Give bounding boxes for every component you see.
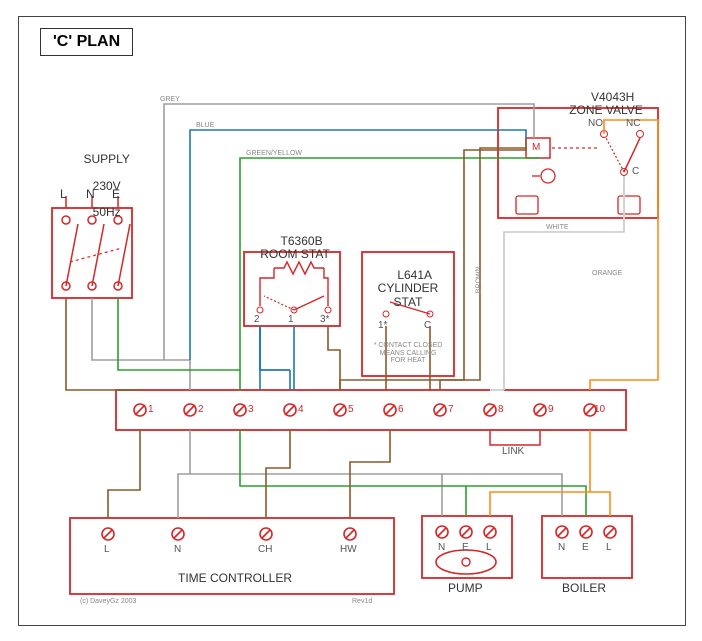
wire-grey: GREY xyxy=(160,96,180,104)
zv-NO: NO xyxy=(588,118,603,129)
pump-L: L xyxy=(486,542,492,553)
jb-6: 6 xyxy=(398,404,404,415)
tc-N: N xyxy=(174,544,181,555)
tc-HW: HW xyxy=(340,544,357,555)
boiler-E: E xyxy=(582,542,589,553)
jb-4: 4 xyxy=(298,404,304,415)
rs-t1: 1 xyxy=(288,314,294,325)
cs-t1: 1* xyxy=(378,320,387,331)
zv-NC: NC xyxy=(626,118,640,129)
diagram-canvas: 'C' PLAN xyxy=(0,0,702,641)
jb-2: 2 xyxy=(198,404,204,415)
room-stat-label: T6360BROOM STAT xyxy=(250,222,340,275)
wire-white: WHITE xyxy=(546,224,569,232)
cyl-stat-label: L641ACYLINDER STAT xyxy=(368,256,448,322)
rs-t2: 2 xyxy=(254,314,260,325)
pump-E: E xyxy=(462,542,469,553)
pump-label: PUMP xyxy=(448,582,483,595)
boiler-L: L xyxy=(606,542,612,553)
supply-L: L xyxy=(60,188,67,201)
zone-valve-label: V4043HZONE VALVE xyxy=(556,78,656,131)
tc-CH: CH xyxy=(258,544,272,555)
boiler-N: N xyxy=(558,542,565,553)
wire-gy: GREEN/YELLOW xyxy=(246,150,302,158)
jb-7: 7 xyxy=(448,404,454,415)
boiler-label: BOILER xyxy=(562,582,606,595)
tc-L: L xyxy=(104,544,110,555)
jb-3: 3 xyxy=(248,404,254,415)
rs-t3: 3* xyxy=(320,314,329,325)
footnote-right: Rev1d xyxy=(352,598,372,606)
supply-N: N xyxy=(86,188,95,201)
jb-5: 5 xyxy=(348,404,354,415)
supply-E: E xyxy=(112,188,120,201)
jb-10: 10 xyxy=(594,404,605,415)
tc-label: TIME CONTROLLER xyxy=(160,572,310,585)
wire-orange: ORANGE xyxy=(592,270,622,278)
jb-1: 1 xyxy=(148,404,154,415)
supply-label: SUPPLY 230V 50Hz xyxy=(60,140,140,232)
zv-M: M xyxy=(532,142,540,153)
cs-tc: C xyxy=(424,320,431,331)
wire-blue: BLUE xyxy=(196,122,214,130)
jb-8: 8 xyxy=(498,404,504,415)
wire-brown: BROWN xyxy=(476,266,484,293)
pump-N: N xyxy=(438,542,445,553)
cyl-note: * CONTACT CLOSED MEANS CALLING FOR HEAT xyxy=(368,342,448,365)
zv-C: C xyxy=(632,166,639,177)
link-label: LINK xyxy=(502,446,524,457)
jb-9: 9 xyxy=(548,404,554,415)
junction-strip xyxy=(116,390,626,445)
footnote-left: (c) DaveyGz 2003 xyxy=(80,598,136,606)
